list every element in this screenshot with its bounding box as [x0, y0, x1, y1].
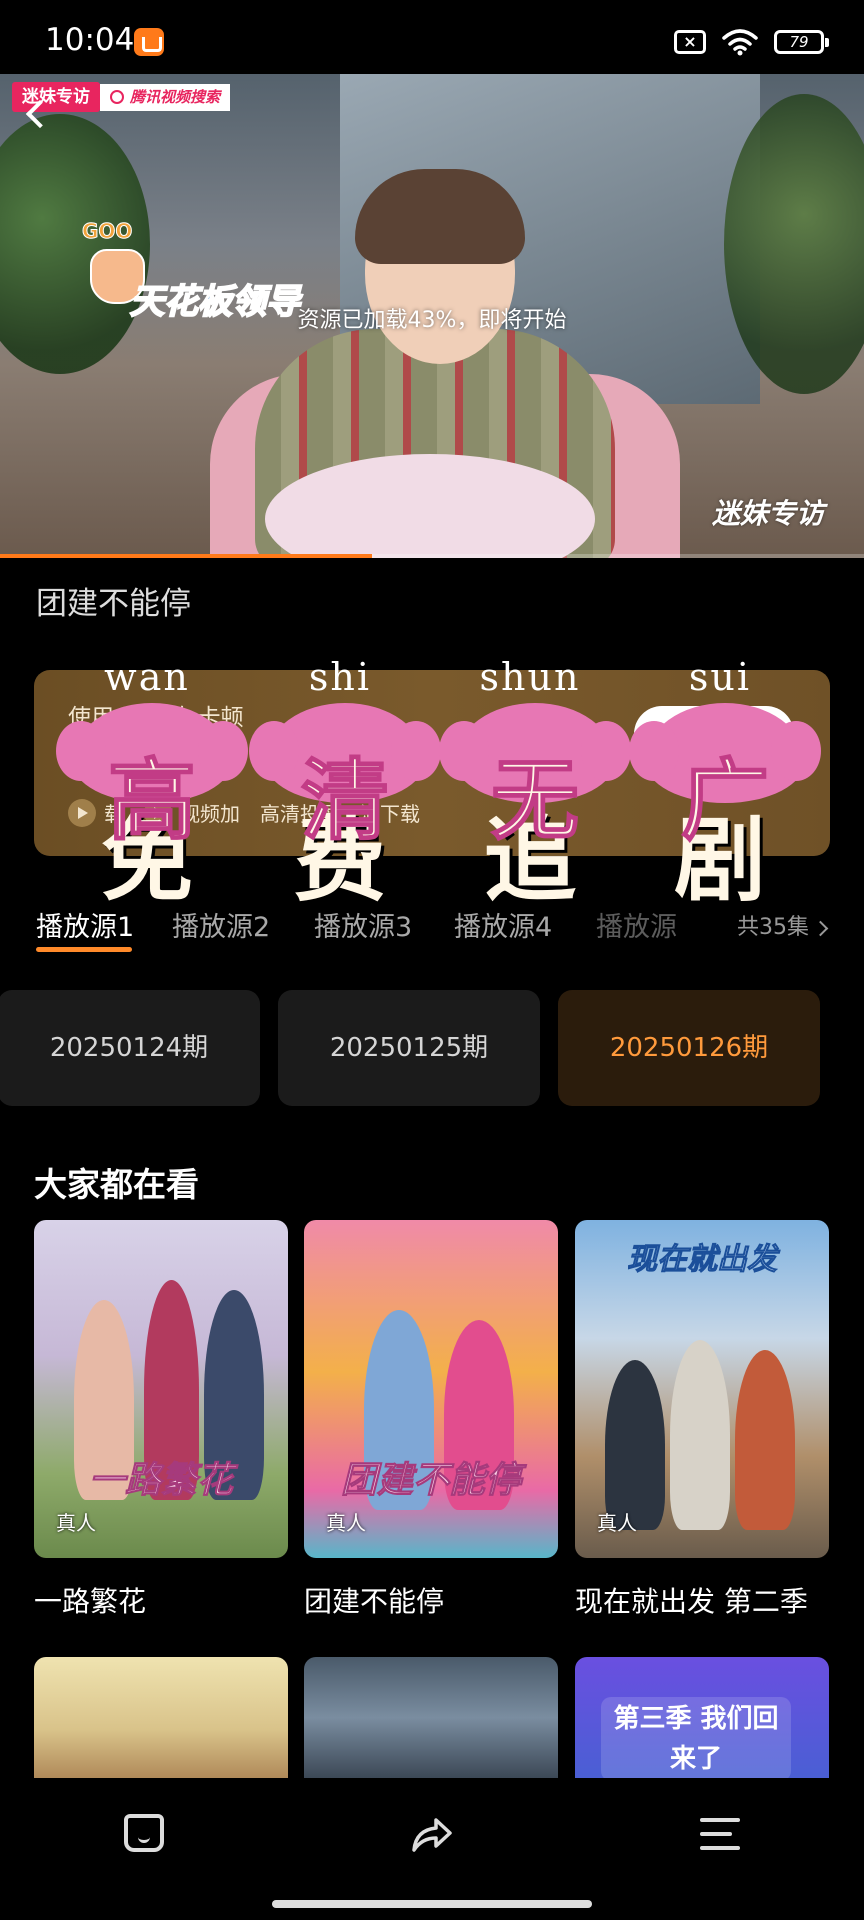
fast-forward-icon	[144, 798, 172, 827]
load-progress-fill	[0, 554, 372, 558]
video-watermark: 迷妹专访	[711, 497, 824, 530]
show-poster	[304, 1657, 558, 1778]
promo-feature: 载	[68, 798, 124, 827]
plant-left	[0, 114, 150, 374]
show-poster: 第三季 我们回来了	[575, 1657, 829, 1778]
episode-item[interactable]: 20250125期	[278, 990, 540, 1106]
tab-source-2[interactable]: 播放源2	[172, 905, 270, 944]
lightning-icon	[68, 798, 96, 827]
promo-banner[interactable]: 使用 速播放 卡顿 截等 载 视频加 高清投屏 清下载	[34, 670, 830, 856]
show-card[interactable]	[304, 1657, 558, 1778]
episode-list: 20250124期 20250125期 20250126期	[0, 990, 864, 1106]
promo-feature: 清下载	[360, 802, 420, 826]
poster-title: 现在就出发	[627, 1242, 778, 1278]
show-card[interactable]: 团建不能停 真人 团建不能停	[304, 1220, 558, 1620]
show-card[interactable]: 一路繁花 真人 一路繁花	[34, 1220, 288, 1620]
show-poster: 一路繁花 真人	[34, 1220, 288, 1558]
poster-title: 团建不能停	[340, 1460, 521, 1502]
episode-count-link[interactable]: 共35集	[737, 909, 826, 941]
episode-item-active[interactable]: 20250126期	[558, 990, 820, 1106]
home-indicator[interactable]	[272, 1900, 592, 1908]
promo-line-2: 截等	[68, 747, 114, 773]
source-tag: 迷妹专访	[12, 82, 100, 112]
goo-sticker: GOO	[81, 219, 133, 244]
show-poster: 团建不能停 真人	[304, 1220, 558, 1558]
tab-source-1[interactable]: 播放源1	[36, 905, 134, 944]
status-icons: × 79	[674, 26, 829, 58]
show-card[interactable]	[34, 1657, 288, 1778]
genre-badge: 真人	[597, 1511, 637, 1535]
share-icon[interactable]	[410, 1814, 454, 1854]
promo-button[interactable]	[634, 706, 794, 762]
no-sim-icon: ×	[674, 30, 706, 54]
app-notification-icon	[134, 28, 164, 56]
show-title: 团建不能停	[36, 586, 191, 622]
status-bar: 10:04 × 79	[0, 0, 864, 74]
battery-icon: 79	[774, 30, 829, 54]
promo-line-1: 使用 速播放 卡顿	[68, 705, 244, 731]
source-tabs: 播放源1 播放源2 播放源3 播放源4 播放源 共35集	[36, 905, 826, 955]
tab-source-4[interactable]: 播放源4	[454, 905, 552, 944]
promo-feature: 视频加	[144, 798, 240, 827]
genre-badge: 真人	[326, 1511, 366, 1535]
tab-source-3[interactable]: 播放源3	[314, 905, 412, 944]
recommended-heading: 大家都在看	[34, 1165, 199, 1204]
status-time: 10:04	[45, 22, 135, 58]
active-tab-indicator	[36, 947, 132, 952]
show-name: 一路繁花	[34, 1585, 147, 1618]
show-poster	[34, 1657, 288, 1778]
load-progress-bar	[0, 554, 864, 558]
home-icon[interactable]	[124, 1814, 164, 1852]
wifi-icon	[722, 29, 758, 56]
search-tag: 腾讯视频搜索	[100, 84, 231, 111]
poster-title: 第三季 我们回来了	[601, 1697, 791, 1778]
show-poster: 现在就出发 真人	[575, 1220, 829, 1558]
tab-source-5[interactable]: 播放源	[596, 905, 677, 944]
episode-item[interactable]: 20250124期	[0, 990, 260, 1106]
show-name: 团建不能停	[304, 1585, 445, 1618]
bottom-nav	[0, 1778, 864, 1920]
promo-feature: 高清投屏	[260, 802, 340, 826]
genre-badge: 真人	[56, 1511, 96, 1535]
loading-text: 资源已加载43%，即将开始	[297, 308, 567, 333]
promo-features: 载 视频加 高清投屏 清下载	[68, 798, 420, 827]
show-card[interactable]: 第三季 我们回来了	[575, 1657, 829, 1778]
video-player[interactable]: 迷妹专访 腾讯视频搜索 GOO 天花板领导 资源已加载43%，即将开始 迷妹专访	[0, 74, 864, 558]
show-card[interactable]: 现在就出发 真人 现在就出发 第二季	[575, 1220, 829, 1620]
poster-title: 一路繁花	[88, 1460, 233, 1502]
menu-icon[interactable]	[700, 1818, 740, 1850]
show-name: 现在就出发 第二季	[575, 1585, 808, 1618]
